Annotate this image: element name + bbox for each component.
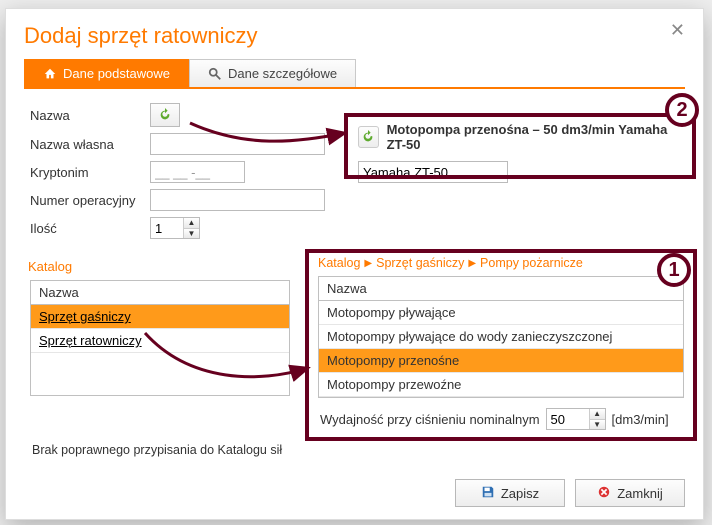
save-button[interactable]: Zapisz bbox=[455, 479, 565, 507]
tab-basic[interactable]: Dane podstawowe bbox=[24, 59, 189, 87]
tab-details[interactable]: Dane szczegółowe bbox=[189, 59, 356, 87]
catalog-row[interactable]: Sprzęt gaśniczy bbox=[31, 305, 289, 329]
subcatalog-col-header: Nazwa bbox=[319, 277, 683, 301]
qty-up-icon[interactable]: ▲ bbox=[184, 218, 199, 229]
perf-up-icon[interactable]: ▲ bbox=[590, 409, 605, 420]
own-name-label: Nazwa własna bbox=[30, 137, 150, 152]
badge-1: 1 bbox=[657, 253, 691, 287]
quantity-stepper[interactable]: ▲ ▼ bbox=[150, 217, 200, 239]
dialog-title: Dodaj sprzęt ratowniczy bbox=[24, 23, 685, 49]
chevron-right-icon: ▶ bbox=[468, 258, 476, 269]
catalog-table: Nazwa Sprzęt gaśniczy Sprzęt ratowniczy bbox=[30, 280, 290, 396]
tab-details-label: Dane szczegółowe bbox=[228, 66, 337, 81]
cancel-icon bbox=[597, 485, 611, 502]
catalog-row[interactable]: Sprzęt ratowniczy bbox=[31, 329, 289, 353]
list-item[interactable]: Motopompy pływające bbox=[319, 301, 683, 325]
footer-buttons: Zapisz Zamknij bbox=[455, 479, 685, 507]
list-item[interactable]: Motopompy przewoźne bbox=[319, 373, 683, 397]
list-item[interactable]: Motopompy przenośne bbox=[319, 349, 683, 373]
perf-input[interactable] bbox=[547, 409, 589, 429]
home-icon bbox=[43, 67, 57, 81]
close-label: Zamknij bbox=[617, 486, 663, 501]
save-icon bbox=[481, 485, 495, 502]
breadcrumb: Katalog ▶ Sprzęt gaśniczy ▶ Pompy pożarn… bbox=[310, 252, 692, 276]
crumb-2[interactable]: Sprzęt gaśniczy bbox=[376, 256, 464, 270]
qty-input[interactable] bbox=[151, 218, 183, 238]
perf-unit: [dm3/min] bbox=[612, 412, 669, 427]
tab-basic-label: Dane podstawowe bbox=[63, 66, 170, 81]
qty-down-icon[interactable]: ▼ bbox=[184, 229, 199, 239]
own-name-input[interactable] bbox=[150, 133, 325, 155]
perf-label: Wydajność przy ciśnieniu nominalnym bbox=[320, 412, 540, 427]
catalog-warning: Brak poprawnego przypisania do Katalogu … bbox=[32, 443, 282, 457]
catalog-col-header: Nazwa bbox=[31, 281, 289, 305]
opnum-label: Numer operacyjny bbox=[30, 193, 150, 208]
refresh-icon bbox=[358, 126, 379, 148]
list-item[interactable]: Motopompy pływające do wody zanieczyszcz… bbox=[319, 325, 683, 349]
close-icon[interactable]: ✕ bbox=[670, 21, 685, 39]
codename-label: Kryptonim bbox=[30, 165, 150, 180]
crumb-1[interactable]: Katalog bbox=[318, 256, 360, 270]
callout-item-title: Motopompa przenośna – 50 dm3/min Yamaha … bbox=[387, 122, 682, 152]
chevron-right-icon: ▶ bbox=[364, 258, 372, 269]
callout-name-input[interactable] bbox=[358, 161, 508, 183]
codename-input[interactable] bbox=[150, 161, 245, 183]
perf-stepper[interactable]: ▲ ▼ bbox=[546, 408, 606, 430]
close-button[interactable]: Zamknij bbox=[575, 479, 685, 507]
crumb-3[interactable]: Pompy pożarnicze bbox=[480, 256, 583, 270]
callout-selected-item: Motopompa przenośna – 50 dm3/min Yamaha … bbox=[350, 117, 690, 189]
callout-catalog-drilldown: Katalog ▶ Sprzęt gaśniczy ▶ Pompy pożarn… bbox=[310, 252, 692, 438]
refresh-button[interactable] bbox=[150, 103, 180, 127]
save-label: Zapisz bbox=[501, 486, 539, 501]
tab-bar: Dane podstawowe Dane szczegółowe bbox=[24, 59, 685, 89]
name-label: Nazwa bbox=[30, 108, 150, 123]
qty-label: Ilość bbox=[30, 221, 150, 236]
badge-2: 2 bbox=[665, 93, 699, 127]
magnify-icon bbox=[208, 67, 222, 81]
opnum-input[interactable] bbox=[150, 189, 325, 211]
perf-down-icon[interactable]: ▼ bbox=[590, 420, 605, 430]
subcatalog-list: Nazwa Motopompy pływające Motopompy pływ… bbox=[318, 276, 684, 398]
